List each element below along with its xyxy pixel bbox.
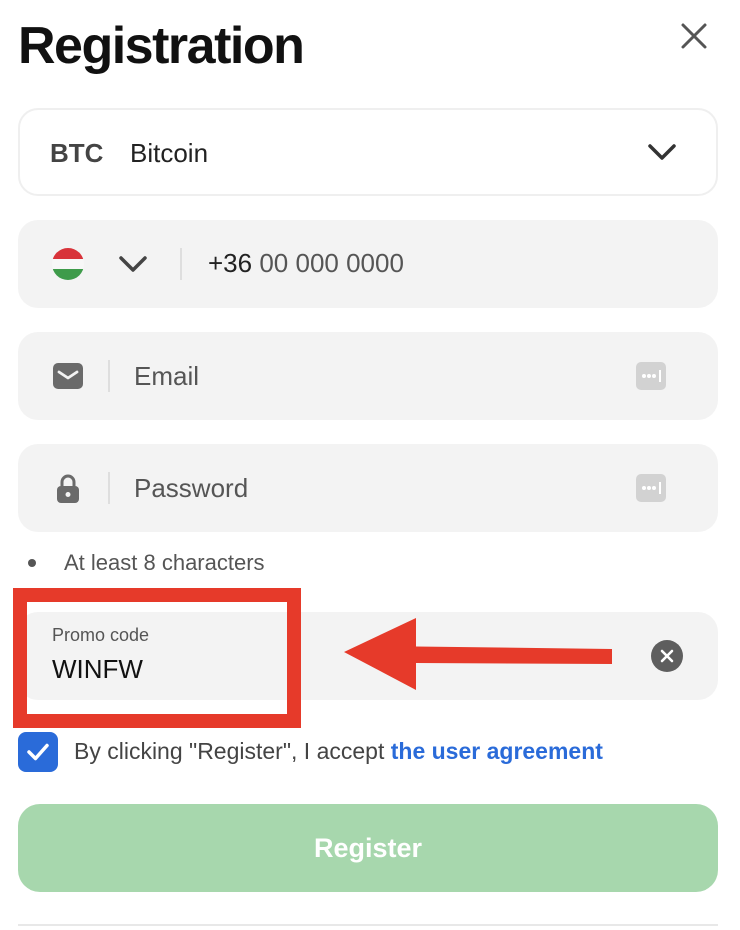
close-icon	[681, 23, 707, 49]
chevron-down-icon	[648, 144, 676, 160]
user-agreement-link[interactable]: the user agreement	[391, 738, 603, 764]
password-field-container	[18, 444, 718, 532]
register-button[interactable]: Register	[18, 804, 718, 892]
clear-promo-button[interactable]	[651, 640, 683, 672]
lock-icon	[57, 474, 79, 503]
email-field-container	[18, 332, 718, 420]
close-button[interactable]	[672, 14, 716, 58]
hungary-flag-icon	[52, 248, 84, 280]
close-icon	[660, 649, 674, 663]
password-manager-icon[interactable]	[636, 474, 666, 502]
promo-highlight-box	[13, 588, 301, 728]
agreement-checkbox[interactable]	[18, 732, 58, 772]
currency-name: Bitcoin	[130, 138, 209, 168]
password-divider	[108, 472, 110, 504]
currency-select[interactable]: BTC Bitcoin	[18, 108, 718, 196]
password-hint-text: At least 8 characters	[64, 550, 265, 575]
envelope-icon	[53, 363, 83, 389]
currency-code: BTC	[50, 138, 104, 168]
checkmark-icon	[27, 743, 49, 761]
page-title: Registration	[18, 17, 305, 75]
phone-field[interactable]: +36 00 000 0000	[18, 220, 718, 308]
bottom-divider	[18, 924, 718, 926]
phone-placeholder: 00 000 0000	[259, 248, 404, 278]
phone-divider	[180, 248, 182, 280]
phone-input[interactable]: +36 00 000 0000	[208, 248, 404, 279]
country-code: +36	[208, 248, 253, 278]
password-manager-icon[interactable]	[636, 362, 666, 390]
red-arrow-icon	[344, 618, 612, 690]
bullet-icon	[28, 559, 36, 567]
email-input[interactable]	[134, 356, 614, 396]
password-hint: At least 8 characters	[28, 550, 265, 576]
agreement-label: By clicking "Register", I accept	[74, 738, 391, 764]
country-chevron-down-icon[interactable]	[118, 254, 148, 274]
password-input[interactable]	[134, 468, 614, 508]
agreement-text: By clicking "Register", I accept the use…	[74, 738, 603, 765]
email-divider	[108, 360, 110, 392]
